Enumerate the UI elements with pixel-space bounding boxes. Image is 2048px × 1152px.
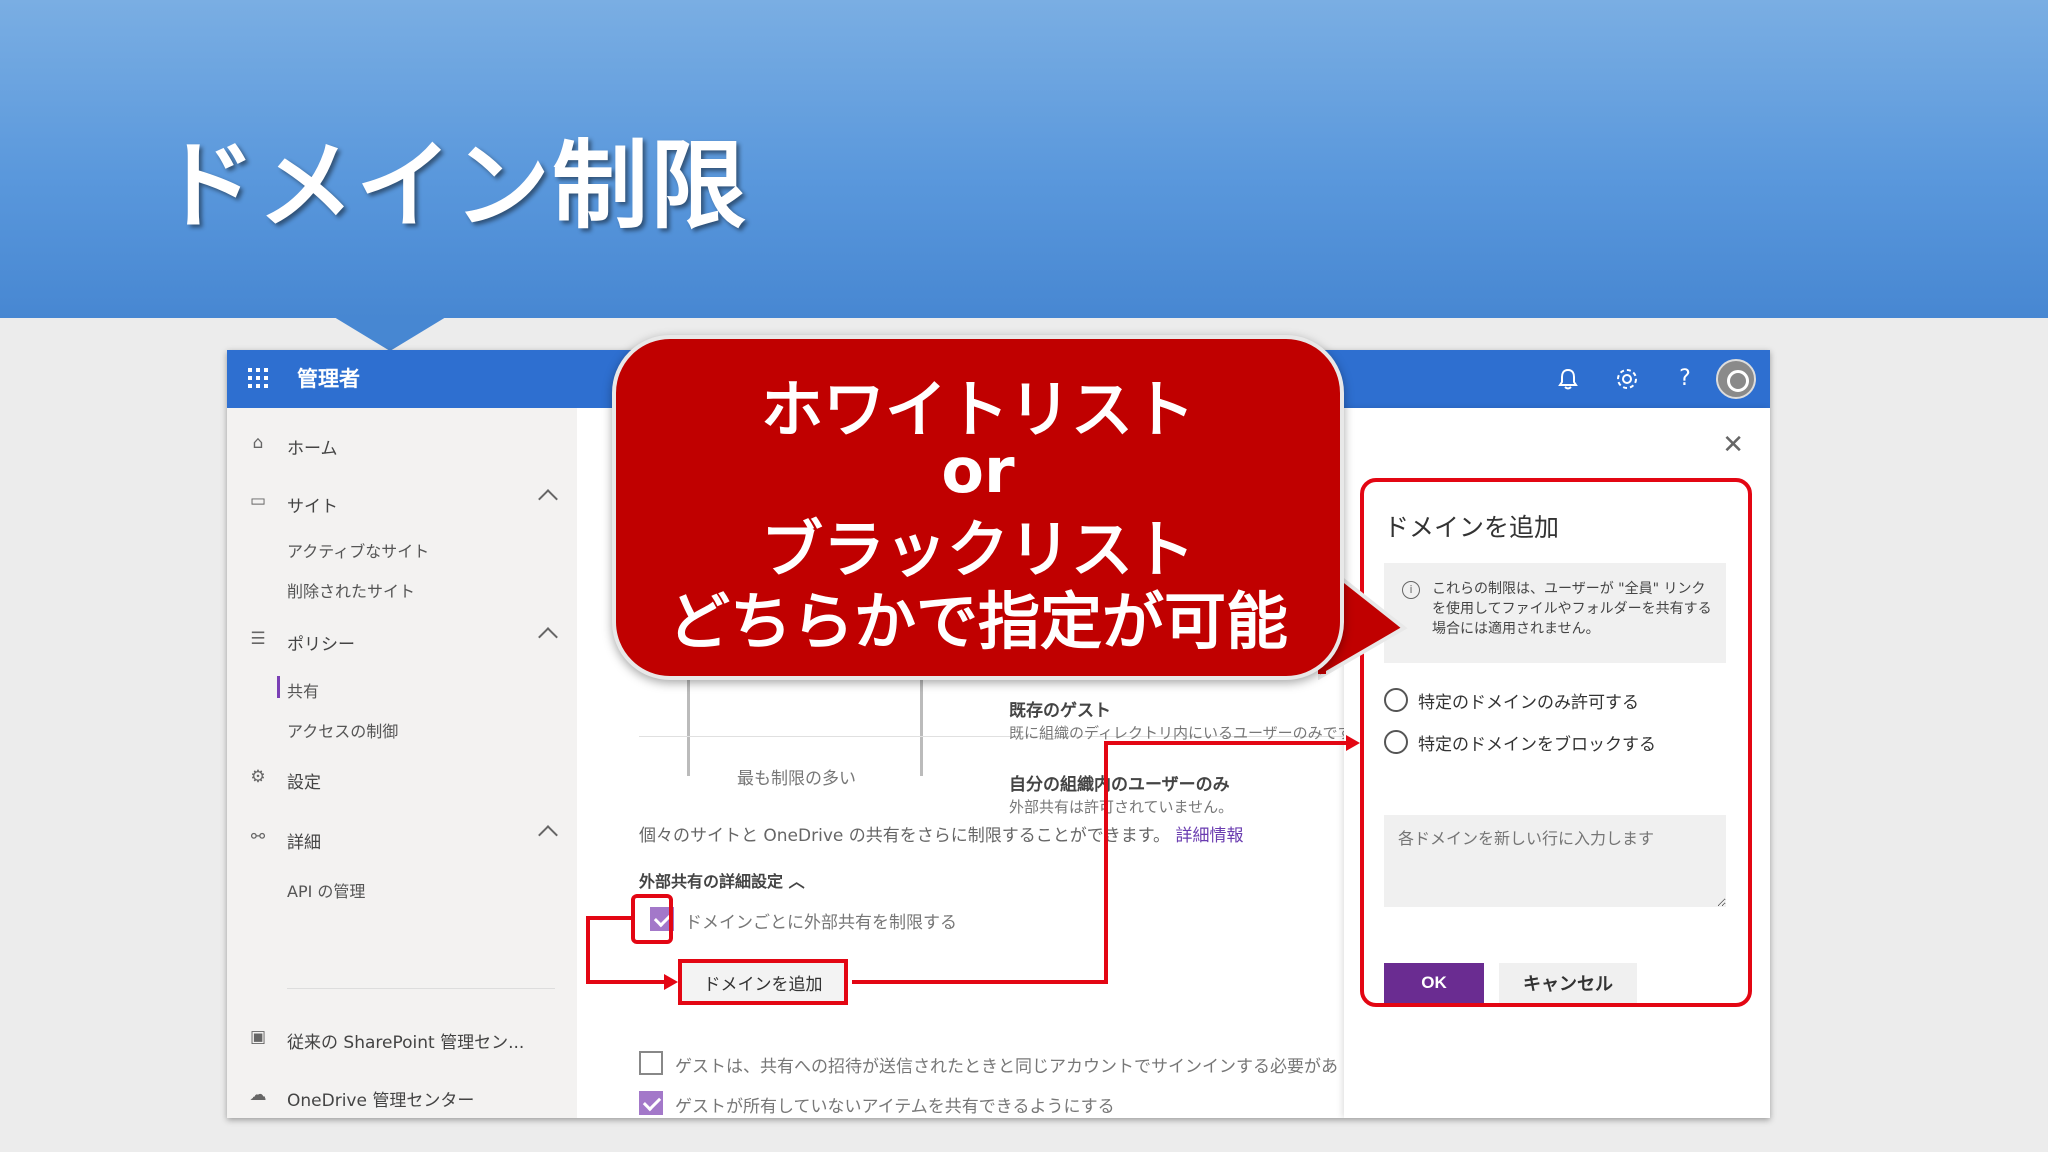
checkbox-highlight-frame	[631, 894, 673, 944]
annotation-callout: ホワイトリスト or ブラックリスト どちらかで指定が可能	[612, 335, 1344, 680]
sidebar-item-label: 従来の SharePoint 管理セン...	[287, 1033, 525, 1053]
sidebar: ⌂ ホーム ▭ サイト アクティブなサイト 削除されたサイト ☰ ポリシー 共有…	[227, 408, 577, 1118]
sidebar-divider	[287, 988, 555, 989]
slider-track	[920, 680, 923, 776]
app-name: 管理者	[297, 367, 360, 391]
advanced-icon: ⚯	[250, 827, 266, 847]
sidebar-item-label: OneDrive 管理センター	[287, 1091, 475, 1111]
guest-same-account-checkbox[interactable]	[639, 1051, 663, 1075]
guest-same-account-label: ゲストは、共有への招待が送信されたときと同じアカウントでサインインする必要があ	[675, 1057, 1338, 1077]
bell-icon[interactable]	[1553, 364, 1583, 394]
slide-title: ドメイン制限	[160, 130, 748, 242]
advanced-sharing-title[interactable]: 外部共有の詳細設定 ︿	[639, 868, 805, 892]
sidebar-item-label: 設定	[287, 773, 321, 793]
gear-icon: ⚙	[250, 767, 266, 787]
advanced-sharing-label: 外部共有の詳細設定	[639, 872, 784, 891]
org-only-title: 自分の組織内のユーザーのみ	[1009, 775, 1230, 795]
close-icon[interactable]: ✕	[1722, 430, 1744, 460]
org-only-desc: 外部共有は許可されていません。	[1009, 798, 1234, 816]
callout-line-or: or	[941, 434, 1015, 507]
callout-line-either: どちらかで指定が可能	[667, 585, 1288, 658]
help-icon[interactable]: ?	[1670, 364, 1700, 394]
selected-indicator	[277, 676, 280, 698]
most-restrictive-label: 最も制限の多い	[737, 769, 856, 789]
more-info-link[interactable]: 詳細情報	[1175, 826, 1243, 846]
sidebar-item-deleted-sites[interactable]: 削除されたサイト	[287, 578, 415, 602]
existing-guests-desc: 既に組織のディレクトリ内にいるユーザーのみです	[1009, 724, 1349, 742]
sidebar-item-label: サイト	[287, 497, 338, 517]
sidebar-item-sharing[interactable]: 共有	[287, 678, 319, 702]
sidebar-item-label: ポリシー	[287, 635, 355, 655]
sidebar-item-home[interactable]: ⌂ ホーム	[227, 428, 577, 462]
sidebar-item-onedrive[interactable]: ☁ OneDrive 管理センター	[227, 1080, 577, 1114]
existing-guests-title: 既存のゲスト	[1009, 701, 1111, 721]
sidebar-item-active-sites[interactable]: アクティブなサイト	[287, 538, 429, 562]
onedrive-icon: ☁	[249, 1085, 267, 1105]
panel-highlight-frame	[1360, 478, 1752, 1007]
add-domains-button[interactable]: ドメインを追加	[678, 959, 848, 1005]
sidebar-item-access-control[interactable]: アクセスの制御	[287, 718, 398, 742]
limit-by-domain-label: ドメインごとに外部共有を制限する	[685, 913, 957, 933]
avatar[interactable]	[1716, 359, 1756, 399]
more-restrict-label: 個々のサイトと OneDrive の共有をさらに制限することができます。	[639, 826, 1171, 846]
sidebar-item-policies[interactable]: ☰ ポリシー	[227, 624, 577, 658]
slider-track	[687, 680, 690, 776]
chevron-up-icon: ︿	[788, 872, 805, 891]
sidebar-item-advanced[interactable]: ⚯ 詳細	[227, 822, 577, 856]
chevron-up-icon[interactable]	[538, 627, 558, 647]
sidebar-item-label: ホーム	[287, 439, 338, 459]
banner-notch	[334, 317, 446, 351]
more-restrict-text: 個々のサイトと OneDrive の共有をさらに制限することができます。 詳細情…	[639, 821, 1243, 846]
sidebar-item-label: 詳細	[287, 833, 321, 853]
home-icon: ⌂	[252, 433, 264, 453]
sidebar-item-api-management[interactable]: API の管理	[287, 878, 365, 902]
chevron-up-icon[interactable]	[538, 825, 558, 845]
chevron-up-icon[interactable]	[538, 489, 558, 509]
sidebar-item-classic-sharepoint[interactable]: ▣ 従来の SharePoint 管理セン...	[227, 1022, 577, 1056]
sidebar-item-settings[interactable]: ⚙ 設定	[227, 762, 577, 796]
site-icon: ▭	[249, 491, 267, 511]
gear-icon[interactable]	[1612, 364, 1642, 394]
sidebar-item-sites[interactable]: ▭ サイト	[227, 486, 577, 520]
app-launcher-icon[interactable]	[247, 367, 269, 389]
guest-share-items-label: ゲストが所有していないアイテムを共有できるようにする	[675, 1097, 1115, 1117]
sharepoint-icon: ▣	[249, 1027, 267, 1047]
policy-icon: ☰	[250, 629, 266, 649]
guest-share-items-checkbox[interactable]	[639, 1091, 663, 1115]
